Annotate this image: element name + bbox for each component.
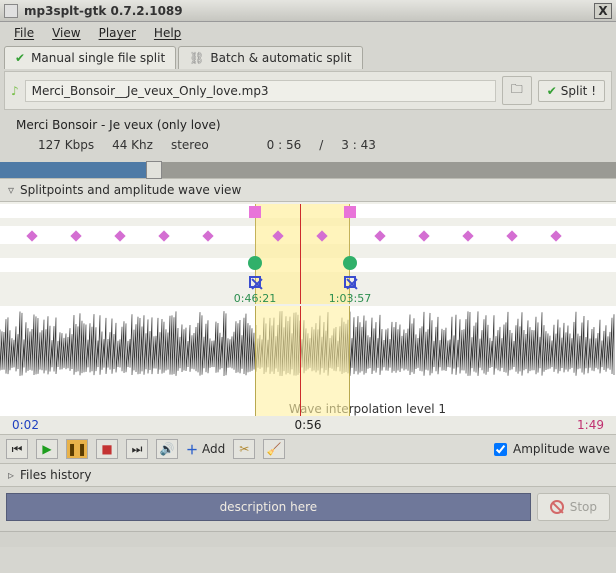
marker-pane[interactable]: 0:46:21 1:03:57 [0,202,616,306]
mode-tabs: ✔ Manual single file split ⛓ Batch & aut… [0,44,616,69]
time-left: 0:02 [12,418,39,432]
add-splitpoint-button[interactable]: ＋ Add [186,441,225,458]
scissors-icon: ✂ [239,442,249,456]
triangle-right-icon: ▹ [8,468,14,482]
cut-button[interactable]: ✂ [233,439,255,459]
triangle-down-icon: ▿ [8,183,14,197]
samplerate: 44 Khz [112,138,153,152]
separator: / [319,138,323,152]
file-row: ♪ Merci_Bonsoir__Je_veux_Only_love.mp3 🗀… [4,71,612,110]
stop-process-button[interactable]: Stop [537,493,610,521]
folder-icon: 🗀 [511,80,523,101]
broom-icon: 🧹 [267,442,282,456]
split-label: Split ! [561,84,596,98]
time-right: 1:49 [577,418,604,432]
bitrate: 127 Kbps [38,138,94,152]
track-info: Merci Bonsoir - Je veux (only love) 127 … [0,112,616,158]
section-history-header[interactable]: ▹ Files history [0,463,616,487]
status-bar [0,531,616,547]
bottom-bar: description here Stop [0,487,616,527]
section-title: Splitpoints and amplitude wave view [20,183,241,197]
tab-manual-split[interactable]: ✔ Manual single file split [4,46,176,69]
stop-button[interactable]: ■ [96,439,118,459]
prev-button[interactable]: ⏮ [6,439,28,459]
open-folder-button[interactable]: 🗀 [502,76,532,105]
description-box[interactable]: description here [6,493,531,521]
stop-label: Stop [570,500,597,514]
volume-button[interactable]: 🔊 [156,439,178,459]
time-mid: 0:56 [295,418,322,432]
prev-icon: ⏮ [12,442,23,457]
check-icon: ✔ [15,51,25,65]
filename-field[interactable]: Merci_Bonsoir__Je_veux_Only_love.mp3 [25,80,496,102]
check-icon: ✔ [547,84,557,98]
split-button[interactable]: ✔ Split ! [538,80,605,102]
chain-icon: ⛓ [189,51,204,65]
waveform-view[interactable]: Wave interpolation level 1 [0,306,616,416]
next-button[interactable]: ⏭ [126,439,148,459]
app-icon [4,4,18,18]
tab-label: Batch & automatic split [210,51,351,65]
menu-view[interactable]: View [52,26,80,40]
track-meta: 127 Kbps 44 Khz stereo 0 : 56 / 3 : 43 [16,138,600,152]
seek-thumb[interactable] [146,161,162,179]
play-icon: ▶ [42,442,51,456]
position: 0 : 56 [267,138,302,152]
section-splitpoints-header[interactable]: ▿ Splitpoints and amplitude wave view [0,178,616,202]
channels: stereo [171,138,209,152]
time-axis: 0:02 0:56 1:49 [0,416,616,434]
add-label: Add [202,442,225,456]
amplitude-input[interactable] [494,443,507,456]
splitpoint-time: 0:46:21 [234,292,276,305]
pause-button[interactable]: ❚❚ [66,439,88,459]
menubar: File View Player Help [0,22,616,44]
pause-icon: ❚❚ [67,442,87,456]
music-note-icon: ♪ [11,84,19,98]
close-button[interactable]: X [594,3,612,19]
duration: 3 : 43 [341,138,376,152]
next-icon: ⏭ [132,442,143,457]
seek-played [0,162,154,178]
section-title: Files history [20,468,91,482]
speaker-icon: 🔊 [160,442,175,456]
plus-icon: ＋ [186,441,198,458]
amplitude-checkbox[interactable]: Amplitude wave [494,442,610,456]
menu-file[interactable]: File [14,26,34,40]
stop-icon: ■ [101,442,112,456]
player-toolbar: ⏮ ▶ ❚❚ ■ ⏭ 🔊 ＋ Add ✂ 🧹 Amplitude wave [0,434,616,463]
track-title: Merci Bonsoir - Je veux (only love) [16,118,600,132]
stop-circle-icon [550,500,564,514]
menu-help[interactable]: Help [154,26,181,40]
tab-label: Manual single file split [31,51,165,65]
window-title: mp3splt-gtk 0.7.2.1089 [24,4,594,18]
titlebar: mp3splt-gtk 0.7.2.1089 X [0,0,616,22]
play-button[interactable]: ▶ [36,439,58,459]
clear-button[interactable]: 🧹 [263,439,285,459]
menu-player[interactable]: Player [99,26,136,40]
seek-bar[interactable] [0,162,616,178]
amplitude-label: Amplitude wave [513,442,610,456]
tab-batch-split[interactable]: ⛓ Batch & automatic split [178,46,362,69]
splitpoint-time: 1:03:57 [329,292,371,305]
